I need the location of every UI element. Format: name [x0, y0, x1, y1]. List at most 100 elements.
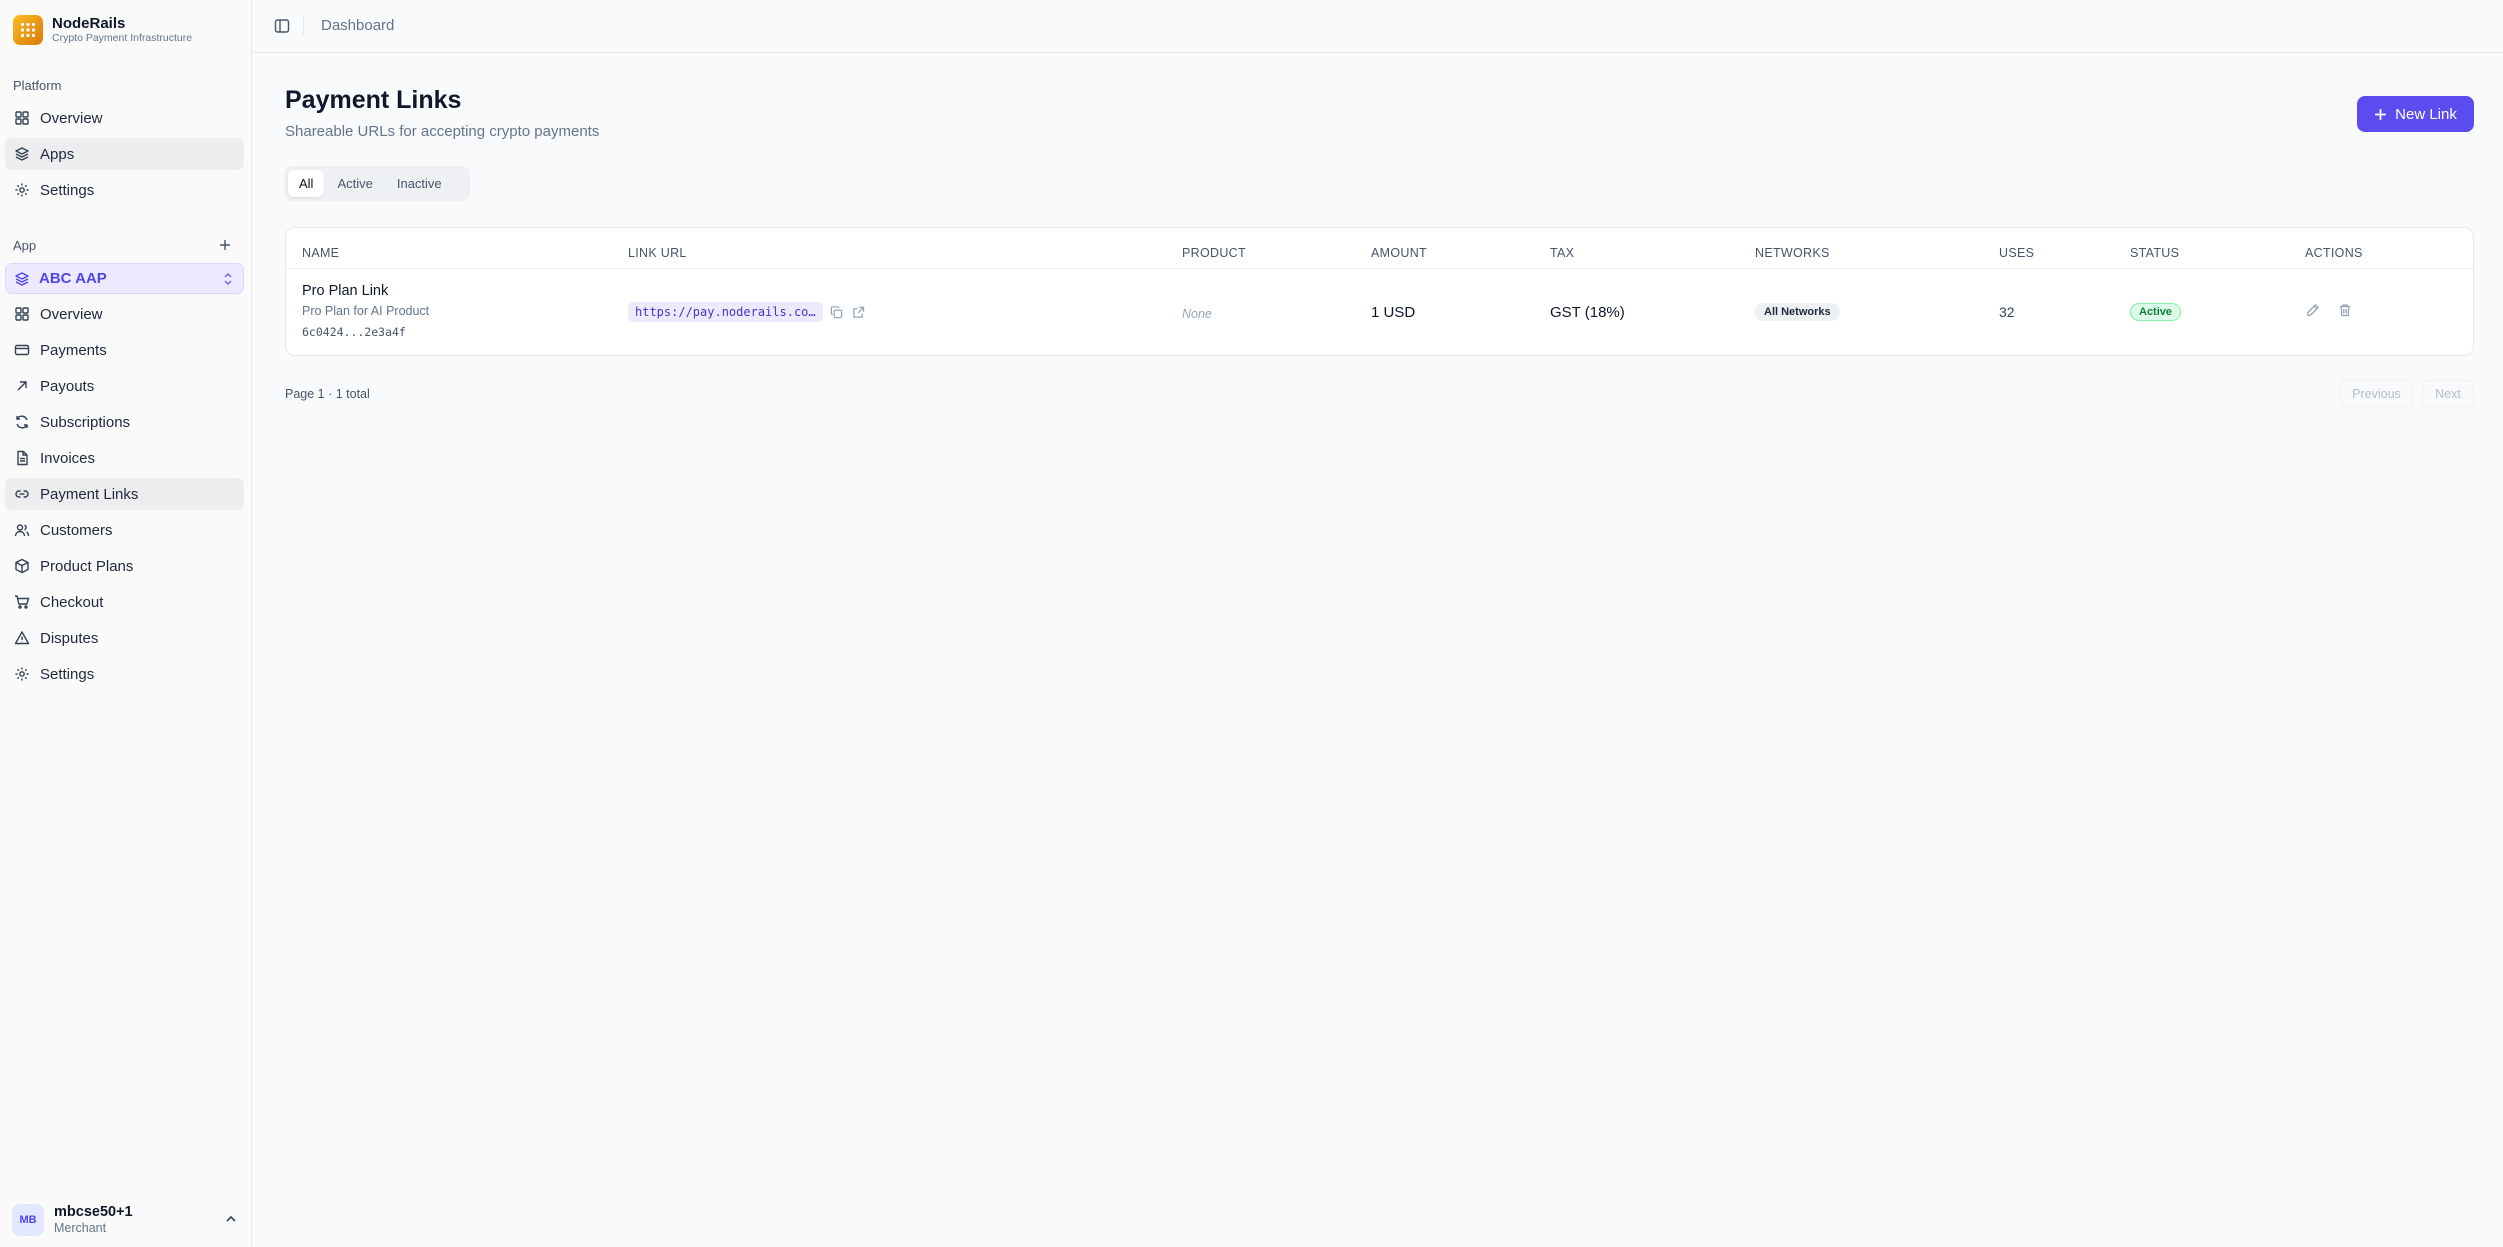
sidebar-item-customers[interactable]: Customers [5, 514, 244, 546]
add-app-icon[interactable] [216, 236, 234, 254]
link-description: Pro Plan for AI Product [302, 304, 430, 318]
sidebar-item-platform-overview[interactable]: Overview [5, 102, 244, 134]
sidebar-item-label: Payouts [40, 377, 95, 395]
sidebar-item-app-settings[interactable]: Settings [5, 658, 244, 690]
column-header-uses: USES [1999, 246, 2035, 260]
plus-icon [2374, 108, 2387, 121]
external-link-icon[interactable] [851, 304, 867, 320]
sidebar-item-label: Payments [40, 341, 107, 359]
sidebar-item-app-overview[interactable]: Overview [5, 298, 244, 330]
sidebar-item-disputes[interactable]: Disputes [5, 622, 244, 654]
brand-logo-icon [13, 15, 43, 45]
credit-card-icon [13, 341, 31, 359]
new-link-button[interactable]: New Link [2357, 96, 2474, 132]
column-header-actions: ACTIONS [2305, 246, 2363, 260]
column-header-product: PRODUCT [1182, 246, 1246, 260]
status-badge: Active [2130, 303, 2182, 321]
chevron-up-icon [224, 1212, 238, 1226]
sidebar-item-label: Checkout [40, 593, 104, 611]
payment-links-table: NAME LINK URL PRODUCT AMOUNT TAX NETWORK… [285, 227, 2474, 356]
sidebar-item-label: Settings [40, 665, 95, 683]
networks-badge: All Networks [1755, 303, 1840, 321]
tab-active[interactable]: Active [326, 170, 383, 197]
header-divider [286, 268, 2473, 269]
chevrons-up-down-icon [222, 271, 234, 287]
topbar: Dashboard [252, 0, 2503, 53]
sidebar-item-payments[interactable]: Payments [5, 334, 244, 366]
sidebar-item-subscriptions[interactable]: Subscriptions [5, 406, 244, 438]
grid-icon [13, 305, 31, 323]
next-page-button[interactable]: Next [2422, 380, 2474, 407]
page-title: Payment Links [285, 86, 462, 114]
sidebar-item-label: Invoices [40, 449, 96, 467]
refresh-icon [13, 413, 31, 431]
sidebar-item-platform-settings[interactable]: Settings [5, 174, 244, 206]
sidebar: NodeRails Crypto Payment Infrastructure … [0, 0, 252, 1247]
link-id: 6c0424...2e3a4f [302, 325, 406, 339]
row-actions [2305, 302, 2353, 318]
column-header-amount: AMOUNT [1371, 246, 1427, 260]
copy-icon[interactable] [829, 304, 845, 320]
sidebar-item-label: Overview [40, 305, 103, 323]
layers-icon [13, 145, 31, 163]
breadcrumb[interactable]: Dashboard [321, 17, 394, 34]
brand[interactable]: NodeRails Crypto Payment Infrastructure [13, 14, 192, 46]
link-icon [13, 485, 31, 503]
sidebar-item-payment-links[interactable]: Payment Links [5, 478, 244, 510]
trash-icon[interactable] [2337, 302, 2353, 318]
column-header-status: STATUS [2130, 246, 2180, 260]
users-icon [13, 521, 31, 539]
grid-icon [13, 109, 31, 127]
sidebar-item-label: Settings [40, 181, 95, 199]
sidebar-item-product-plans[interactable]: Product Plans [5, 550, 244, 582]
app-selector[interactable]: ABC AAP [5, 263, 244, 294]
user-menu[interactable]: MB mbcse50+1 Merchant [12, 1200, 244, 1240]
platform-section-label: Platform [13, 78, 62, 93]
topbar-divider [303, 17, 304, 35]
sidebar-toggle-icon[interactable] [272, 16, 292, 36]
page-subtitle: Shareable URLs for accepting crypto paym… [285, 123, 600, 140]
alert-triangle-icon [13, 629, 31, 647]
sidebar-item-label: Subscriptions [40, 413, 131, 431]
sidebar-item-label: Overview [40, 109, 103, 127]
status-tabs: All Active Inactive [284, 166, 470, 201]
sidebar-item-apps[interactable]: Apps [5, 138, 244, 170]
link-product: None [1182, 307, 1212, 321]
avatar: MB [12, 1204, 44, 1236]
layers-icon [14, 271, 30, 287]
sidebar-item-checkout[interactable]: Checkout [5, 586, 244, 618]
app-selector-label: ABC AAP [39, 270, 107, 287]
column-header-networks: NETWORKS [1755, 246, 1830, 260]
previous-page-button[interactable]: Previous [2340, 380, 2413, 407]
user-name: mbcse50+1 [54, 1204, 133, 1220]
new-link-label: New Link [2395, 105, 2457, 123]
link-tax: GST (18%) [1550, 304, 1625, 321]
link-name[interactable]: Pro Plan Link [302, 283, 388, 299]
column-header-tax: TAX [1550, 246, 1575, 260]
package-icon [13, 557, 31, 575]
sidebar-item-payouts[interactable]: Payouts [5, 370, 244, 402]
sidebar-item-label: Payment Links [40, 485, 139, 503]
sidebar-item-label: Customers [40, 521, 113, 539]
brand-subtitle: Crypto Payment Infrastructure [52, 32, 193, 44]
user-role: Merchant [54, 1221, 107, 1235]
tab-all[interactable]: All [288, 170, 325, 197]
cart-icon [13, 593, 31, 611]
sidebar-item-invoices[interactable]: Invoices [5, 442, 244, 474]
sidebar-item-label: Product Plans [40, 557, 134, 575]
edit-icon[interactable] [2305, 302, 2321, 318]
link-url[interactable]: https://pay.noderails.co… [628, 302, 823, 322]
link-url-cell: https://pay.noderails.co… [628, 302, 867, 322]
tab-inactive[interactable]: Inactive [386, 170, 453, 197]
gear-icon [13, 181, 31, 199]
arrow-up-right-icon [13, 377, 31, 395]
link-uses: 32 [1999, 304, 2015, 320]
gear-icon [13, 665, 31, 683]
column-header-link-url: LINK URL [628, 246, 687, 260]
app-section-label: App [13, 238, 37, 253]
sidebar-item-label: Apps [40, 145, 75, 163]
brand-name: NodeRails [52, 15, 126, 32]
file-text-icon [13, 449, 31, 467]
pagination-summary: Page 1 · 1 total [285, 387, 370, 401]
link-amount: 1 USD [1371, 304, 1416, 321]
